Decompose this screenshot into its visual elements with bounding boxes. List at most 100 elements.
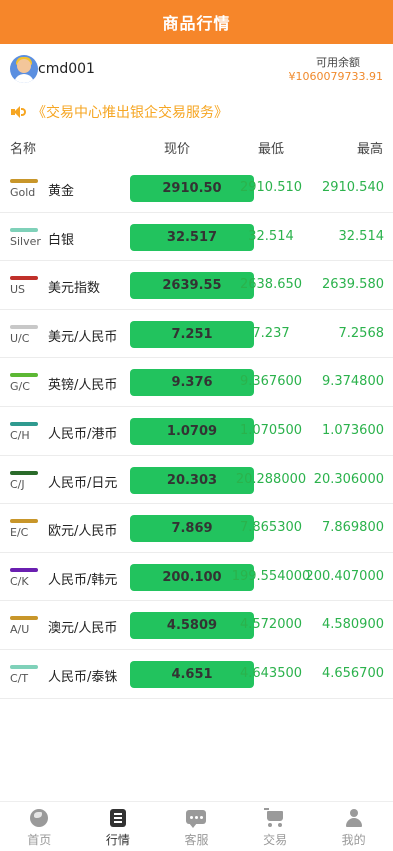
instrument-code: C/J: [10, 477, 25, 491]
tab-label: 首页: [27, 833, 52, 847]
table-row[interactable]: Gold 黄金 2910.50 2910.510 2910.540: [0, 164, 393, 213]
instrument-name: 欧元/人民币: [48, 524, 118, 540]
high-value: 9.374800: [321, 374, 384, 390]
tab-label: 客服: [184, 833, 209, 847]
low-value: 32.514: [248, 228, 294, 244]
quote-list: Gold 黄金 2910.50 2910.510 2910.540 Silver 白银 32.…: [0, 164, 393, 699]
table-row[interactable]: A/U 澳元/人民币 4.5809 4.572000 4.580900: [0, 601, 393, 650]
code-color-bar: [10, 519, 38, 524]
table-row[interactable]: U/C 美元/人民币 7.251 7.237 7.2568: [0, 310, 393, 359]
instrument-name: 美元/人民币: [48, 329, 118, 345]
high-value: 32.514: [338, 228, 385, 244]
high-value: 20.306000: [313, 471, 384, 487]
header-low: 最低: [258, 142, 285, 157]
low-value: 4.572000: [239, 617, 303, 633]
instrument-name: 白银: [48, 232, 75, 248]
table-row[interactable]: G/C 英镑/人民币 9.376 9.367600 9.374800: [0, 358, 393, 407]
high-value: 4.580900: [321, 617, 384, 633]
high-value: 7.2568: [338, 325, 385, 341]
user-bar: cmd001 可用余额 ¥1060079733.91: [0, 52, 393, 86]
instrument-code: Gold: [10, 186, 36, 199]
table-row[interactable]: Silver 白银 32.517 32.514 32.514: [0, 213, 393, 262]
balance-label: 可用余额: [316, 56, 360, 69]
high-value: 2910.540: [321, 180, 384, 195]
code-color-bar: [10, 567, 38, 572]
low-value: 7.865300: [239, 520, 303, 536]
table-row[interactable]: C/K 人民币/韩元 200.100 199.554000 200.407000: [0, 553, 393, 602]
tab-label: 交易: [263, 833, 288, 847]
low-value: 7.237: [252, 325, 290, 341]
instrument-name: 人民币/韩元: [48, 572, 118, 588]
tab-list[interactable]: 行情: [79, 802, 158, 851]
header-price: 现价: [164, 142, 191, 157]
header-name: 名称: [10, 142, 37, 157]
chat-icon: [186, 808, 207, 828]
low-value: 1.070500: [239, 422, 303, 438]
tab-label: 我的: [341, 833, 366, 847]
instrument-code: C/T: [10, 671, 29, 685]
instrument-code: Silver: [10, 234, 41, 248]
header-high: 最高: [356, 142, 383, 157]
code-color-bar: [10, 179, 38, 183]
table-row[interactable]: E/C 欧元/人民币 7.869 7.865300 7.869800: [0, 504, 393, 553]
instrument-name: 人民币/泰铢: [48, 669, 118, 685]
instrument-code: US: [10, 283, 26, 297]
instrument-name: 黄金: [48, 184, 75, 199]
avatar-body: [14, 74, 34, 83]
instrument-code: A/U: [10, 623, 30, 637]
instrument-name: 人民币/港币: [48, 426, 118, 442]
instrument-code: C/H: [10, 428, 30, 442]
table-row[interactable]: C/H 人民币/港币 1.0709 1.070500 1.073600: [0, 407, 393, 456]
code-color-bar: [10, 421, 38, 426]
bottom-tab-bar: 首页 行情 客服 交易 我的: [0, 801, 393, 851]
low-value: 9.367600: [239, 374, 303, 390]
low-value: 4.643500: [239, 665, 303, 681]
instrument-name: 澳元/人民币: [48, 621, 118, 637]
tab-cart[interactable]: 交易: [236, 802, 315, 851]
table-row[interactable]: C/T 人民币/泰铢 4.651 4.643500 4.656700: [0, 650, 393, 699]
notice-text[interactable]: 《交易中心推出银企交易服务》: [32, 102, 228, 122]
instrument-code: U/C: [10, 331, 30, 345]
tab-label: 行情: [105, 833, 130, 847]
high-value: 200.407000: [305, 568, 384, 584]
low-value: 199.554000: [231, 568, 311, 584]
code-color-bar: [10, 470, 38, 475]
instrument-name: 人民币/日元: [48, 475, 118, 491]
table-row[interactable]: C/J 人民币/日元 20.303 20.288000 20.306000: [0, 456, 393, 505]
instrument-code: E/C: [10, 526, 29, 540]
table-header: 名称 现价 最低 最高: [0, 138, 393, 158]
list-icon: [108, 808, 128, 828]
high-value: 7.869800: [321, 520, 384, 536]
avatar[interactable]: [10, 55, 38, 83]
high-value: 2639.580: [321, 277, 384, 293]
notice-bar[interactable]: 《交易中心推出银企交易服务》: [10, 102, 383, 122]
tab-globe[interactable]: 首页: [0, 802, 79, 851]
tab-user[interactable]: 我的: [314, 802, 393, 851]
code-color-bar: [10, 227, 38, 232]
low-value: 2910.510: [239, 180, 303, 195]
code-color-bar: [10, 276, 38, 281]
code-color-bar: [10, 324, 38, 329]
low-value: 2638.650: [239, 277, 303, 293]
page-title: 商品行情: [162, 14, 231, 33]
globe-icon: [29, 808, 49, 828]
instrument-name: 英镑/人民币: [48, 378, 118, 394]
username: cmd001: [38, 61, 95, 77]
low-value: 20.288000: [235, 471, 307, 487]
user-icon: [344, 808, 364, 828]
balance-value: ¥1060079733.91: [288, 70, 383, 83]
high-value: 4.656700: [321, 665, 384, 681]
instrument-code: G/C: [10, 380, 30, 394]
tab-chat[interactable]: 客服: [157, 802, 236, 851]
speaker-icon: [10, 105, 26, 119]
avatar-face: [17, 59, 31, 73]
code-color-bar: [10, 373, 38, 378]
header-bar: 商品行情: [0, 0, 393, 44]
instrument-code: C/K: [10, 574, 29, 588]
code-color-bar: [10, 616, 38, 621]
instrument-name: 美元指数: [48, 281, 101, 297]
high-value: 1.073600: [321, 422, 384, 438]
table-row[interactable]: US 美元指数 2639.55 2638.650 2639.580: [0, 261, 393, 310]
code-color-bar: [10, 664, 38, 669]
cart-icon: [264, 808, 285, 828]
